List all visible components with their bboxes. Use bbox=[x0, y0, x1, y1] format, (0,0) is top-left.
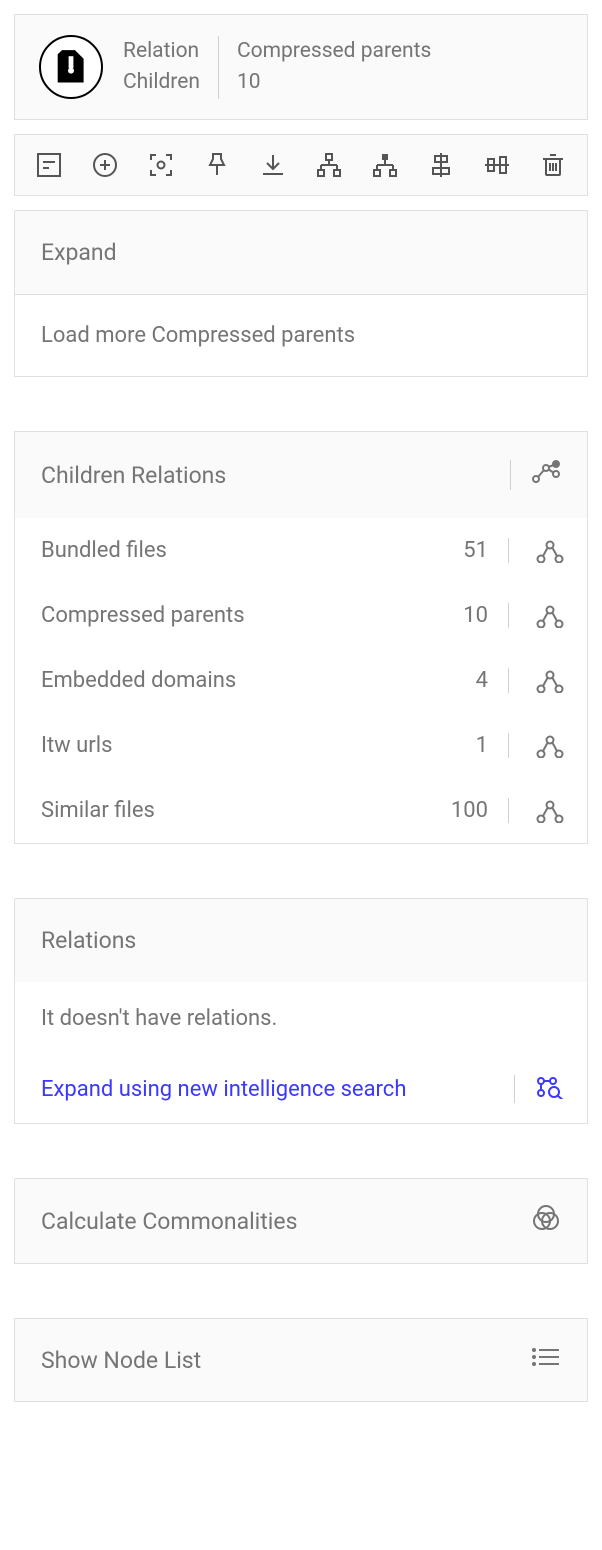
header-relation-label: Relation bbox=[123, 36, 200, 68]
venn-icon bbox=[531, 1205, 561, 1237]
no-relations-text: It doesn't have relations. bbox=[15, 982, 587, 1055]
file-zip-icon bbox=[39, 35, 103, 99]
children-relations-section: Children Relations Bundled files51Compre… bbox=[14, 431, 588, 844]
align-vertical-icon[interactable] bbox=[427, 149, 455, 181]
note-icon[interactable] bbox=[35, 149, 63, 181]
trash-icon[interactable] bbox=[539, 149, 567, 181]
header-col-right: Compressed parents 10 bbox=[219, 36, 449, 99]
expand-search-link[interactable]: Expand using new intelligence search bbox=[41, 1077, 514, 1102]
load-more-label: Load more Compressed parents bbox=[41, 323, 355, 348]
calculate-commonalities-label: Calculate Commonalities bbox=[41, 1208, 297, 1235]
expand-section: Expand Load more Compressed parents bbox=[14, 210, 588, 377]
search-graph-icon[interactable] bbox=[514, 1075, 565, 1103]
show-node-list-label: Show Node List bbox=[41, 1347, 201, 1374]
header-children-label: Children bbox=[123, 67, 200, 99]
relation-count: 51 bbox=[439, 538, 509, 563]
load-more-button[interactable]: Load more Compressed parents bbox=[15, 294, 587, 376]
relations-title: Relations bbox=[41, 927, 136, 954]
expand-header: Expand bbox=[15, 211, 587, 294]
focus-icon[interactable] bbox=[147, 149, 175, 181]
toolbar bbox=[14, 134, 588, 196]
download-icon[interactable] bbox=[259, 149, 287, 181]
expand-node-icon[interactable] bbox=[509, 539, 565, 563]
expand-node-icon[interactable] bbox=[509, 604, 565, 628]
relation-label: Compressed parents bbox=[41, 603, 439, 628]
relation-label: Embedded domains bbox=[41, 668, 439, 693]
header-panel: Relation Children Compressed parents 10 bbox=[14, 14, 588, 120]
relations-header: Relations bbox=[15, 899, 587, 982]
children-relations-header: Children Relations bbox=[15, 432, 587, 518]
relation-count: 10 bbox=[439, 603, 509, 628]
pin-icon[interactable] bbox=[203, 149, 231, 181]
add-circle-icon[interactable] bbox=[91, 149, 119, 181]
relation-row[interactable]: Similar files100 bbox=[15, 778, 587, 843]
show-node-list-button[interactable]: Show Node List bbox=[14, 1318, 588, 1402]
header-text: Relation Children Compressed parents 10 bbox=[123, 36, 449, 99]
relation-row[interactable]: Embedded domains4 bbox=[15, 648, 587, 713]
expand-title: Expand bbox=[41, 239, 117, 266]
children-relations-title: Children Relations bbox=[41, 462, 226, 489]
relation-row[interactable]: Itw urls1 bbox=[15, 713, 587, 778]
align-horizontal-icon[interactable] bbox=[483, 149, 511, 181]
header-children-value: 10 bbox=[237, 67, 431, 99]
header-col-left: Relation Children bbox=[123, 36, 219, 99]
relation-count: 4 bbox=[439, 668, 509, 693]
header-relation-value: Compressed parents bbox=[237, 36, 431, 68]
expand-node-icon[interactable] bbox=[509, 669, 565, 693]
relation-label: Bundled files bbox=[41, 538, 439, 563]
list-icon bbox=[531, 1345, 561, 1375]
children-relations-body: Bundled files51Compressed parents10Embed… bbox=[15, 518, 587, 843]
relation-count: 1 bbox=[439, 733, 509, 758]
expand-node-icon[interactable] bbox=[509, 799, 565, 823]
expand-search-row: Expand using new intelligence search bbox=[15, 1055, 587, 1123]
relation-count: 100 bbox=[431, 798, 509, 823]
graph-icon[interactable] bbox=[510, 460, 561, 490]
relation-label: Similar files bbox=[41, 798, 431, 823]
relation-row[interactable]: Compressed parents10 bbox=[15, 583, 587, 648]
relations-section: Relations It doesn't have relations. Exp… bbox=[14, 898, 588, 1124]
hierarchy-filled-icon[interactable] bbox=[371, 149, 399, 181]
expand-node-icon[interactable] bbox=[509, 734, 565, 758]
hierarchy-icon[interactable] bbox=[315, 149, 343, 181]
relation-label: Itw urls bbox=[41, 733, 439, 758]
relation-row[interactable]: Bundled files51 bbox=[15, 518, 587, 583]
calculate-commonalities-button[interactable]: Calculate Commonalities bbox=[14, 1178, 588, 1264]
